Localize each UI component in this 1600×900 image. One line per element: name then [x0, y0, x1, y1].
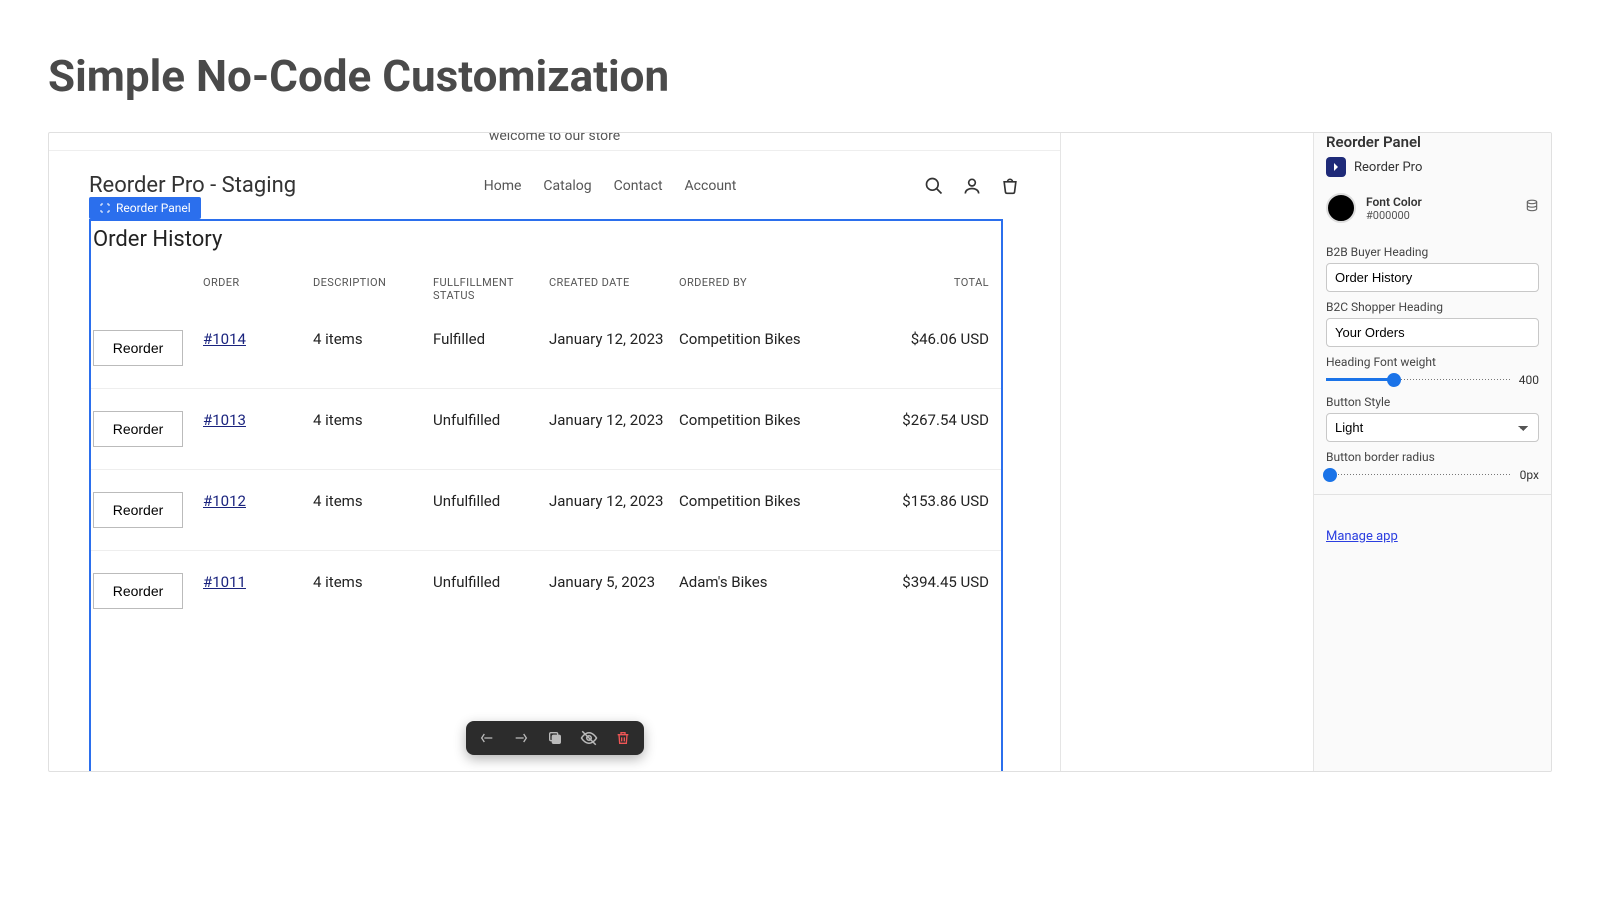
- td-created: January 12, 2023: [549, 492, 679, 510]
- nav-account[interactable]: Account: [685, 178, 737, 194]
- color-swatch[interactable]: [1326, 193, 1356, 223]
- selected-section[interactable]: Order History ORDER DESCRIPTION FULLFILL…: [89, 219, 1003, 772]
- td-description: 4 items: [313, 411, 433, 429]
- app-name: Reorder Pro: [1354, 160, 1422, 175]
- td-total: $46.06 USD: [849, 330, 989, 348]
- settings-sidebar: Reorder Panel Reorder Pro Font Color #00…: [1313, 133, 1551, 771]
- th-created: CREATED DATE: [549, 276, 679, 302]
- td-created: January 12, 2023: [549, 411, 679, 429]
- indent-icon[interactable]: [512, 729, 530, 747]
- primary-nav: Home Catalog Contact Account: [484, 178, 737, 194]
- table-row: Reorder #1012 4 items Unfulfilled Januar…: [91, 470, 1001, 551]
- reorder-button[interactable]: Reorder: [93, 411, 183, 447]
- td-status: Unfulfilled: [433, 492, 549, 510]
- th-reorder: [93, 276, 203, 302]
- td-ordered-by: Competition Bikes: [679, 411, 849, 429]
- preview-pane: welcome to our store Reorder Pro - Stagi…: [49, 133, 1061, 771]
- th-ordered-by: ORDERED BY: [679, 276, 849, 302]
- font-color-value: #000000: [1366, 209, 1422, 222]
- b2c-heading-label: B2C Shopper Heading: [1326, 300, 1539, 314]
- td-created: January 5, 2023: [549, 573, 679, 591]
- b2c-heading-input[interactable]: [1326, 318, 1539, 347]
- app-row[interactable]: Reorder Pro: [1326, 151, 1539, 189]
- border-radius-label: Button border radius: [1326, 450, 1539, 464]
- welcome-bar: welcome to our store: [49, 133, 1060, 151]
- td-ordered-by: Competition Bikes: [679, 492, 849, 510]
- selection-tag[interactable]: Reorder Panel: [89, 197, 201, 219]
- cart-icon[interactable]: [1000, 176, 1020, 196]
- table-row: Reorder #1014 4 items Fulfilled January …: [91, 308, 1001, 389]
- sidebar-title: Reorder Panel: [1326, 133, 1539, 151]
- td-total: $267.54 USD: [849, 411, 989, 429]
- reorder-button[interactable]: Reorder: [93, 330, 183, 366]
- sidebar-divider: [1314, 494, 1551, 495]
- th-description: DESCRIPTION: [313, 276, 433, 302]
- manage-app-link[interactable]: Manage app: [1326, 529, 1398, 544]
- td-description: 4 items: [313, 492, 433, 510]
- nav-home[interactable]: Home: [484, 178, 522, 194]
- th-order: ORDER: [203, 276, 313, 302]
- border-radius-value: 0px: [1520, 468, 1539, 482]
- outdent-icon[interactable]: [478, 729, 496, 747]
- td-status: Fulfilled: [433, 330, 549, 348]
- order-table: ORDER DESCRIPTION FULLFILLMENT STATUS CR…: [91, 252, 1001, 631]
- b2b-heading-label: B2B Buyer Heading: [1326, 245, 1539, 259]
- page-title: Simple No-Code Customization: [0, 0, 1600, 132]
- order-link[interactable]: #1012: [203, 492, 246, 510]
- header-icons: [924, 176, 1020, 196]
- hide-icon[interactable]: [580, 729, 598, 747]
- table-header-row: ORDER DESCRIPTION FULLFILLMENT STATUS CR…: [91, 252, 1001, 308]
- selection-tag-label: Reorder Panel: [116, 201, 191, 215]
- font-weight-value: 400: [1519, 373, 1539, 387]
- order-link[interactable]: #1014: [203, 330, 246, 348]
- app-logo-icon: [1326, 157, 1346, 177]
- th-status: FULLFILLMENT STATUS: [433, 276, 549, 302]
- td-total: $394.45 USD: [849, 573, 989, 591]
- td-ordered-by: Adam's Bikes: [679, 573, 849, 591]
- table-row: Reorder #1013 4 items Unfulfilled Januar…: [91, 389, 1001, 470]
- td-created: January 12, 2023: [549, 330, 679, 348]
- td-status: Unfulfilled: [433, 573, 549, 591]
- table-row: Reorder #1011 4 items Unfulfilled Januar…: [91, 551, 1001, 631]
- user-icon[interactable]: [962, 176, 982, 196]
- nav-catalog[interactable]: Catalog: [543, 178, 591, 194]
- button-style-select[interactable]: Light: [1326, 413, 1539, 442]
- floating-toolbar: [466, 721, 644, 755]
- nav-contact[interactable]: Contact: [614, 178, 663, 194]
- screenshot-frame: welcome to our store Reorder Pro - Stagi…: [48, 132, 1552, 772]
- font-color-label: Font Color: [1366, 195, 1422, 209]
- th-total: TOTAL: [849, 276, 989, 302]
- search-icon[interactable]: [924, 176, 944, 196]
- td-description: 4 items: [313, 330, 433, 348]
- td-total: $153.86 USD: [849, 492, 989, 510]
- order-link[interactable]: #1013: [203, 411, 246, 429]
- database-icon[interactable]: [1525, 199, 1539, 217]
- td-status: Unfulfilled: [433, 411, 549, 429]
- font-weight-label: Heading Font weight: [1326, 355, 1539, 369]
- td-ordered-by: Competition Bikes: [679, 330, 849, 348]
- order-link[interactable]: #1011: [203, 573, 246, 591]
- store-title: Reorder Pro - Staging: [89, 173, 296, 198]
- b2b-heading-input[interactable]: [1326, 263, 1539, 292]
- reorder-button[interactable]: Reorder: [93, 492, 183, 528]
- button-style-label: Button Style: [1326, 395, 1539, 409]
- duplicate-icon[interactable]: [546, 729, 564, 747]
- td-description: 4 items: [313, 573, 433, 591]
- font-weight-slider[interactable]: [1326, 373, 1511, 387]
- border-radius-slider[interactable]: [1326, 468, 1512, 482]
- section-heading: Order History: [91, 221, 1001, 252]
- reorder-button[interactable]: Reorder: [93, 573, 183, 609]
- font-color-row[interactable]: Font Color #000000: [1326, 189, 1539, 237]
- trash-icon[interactable]: [614, 729, 632, 747]
